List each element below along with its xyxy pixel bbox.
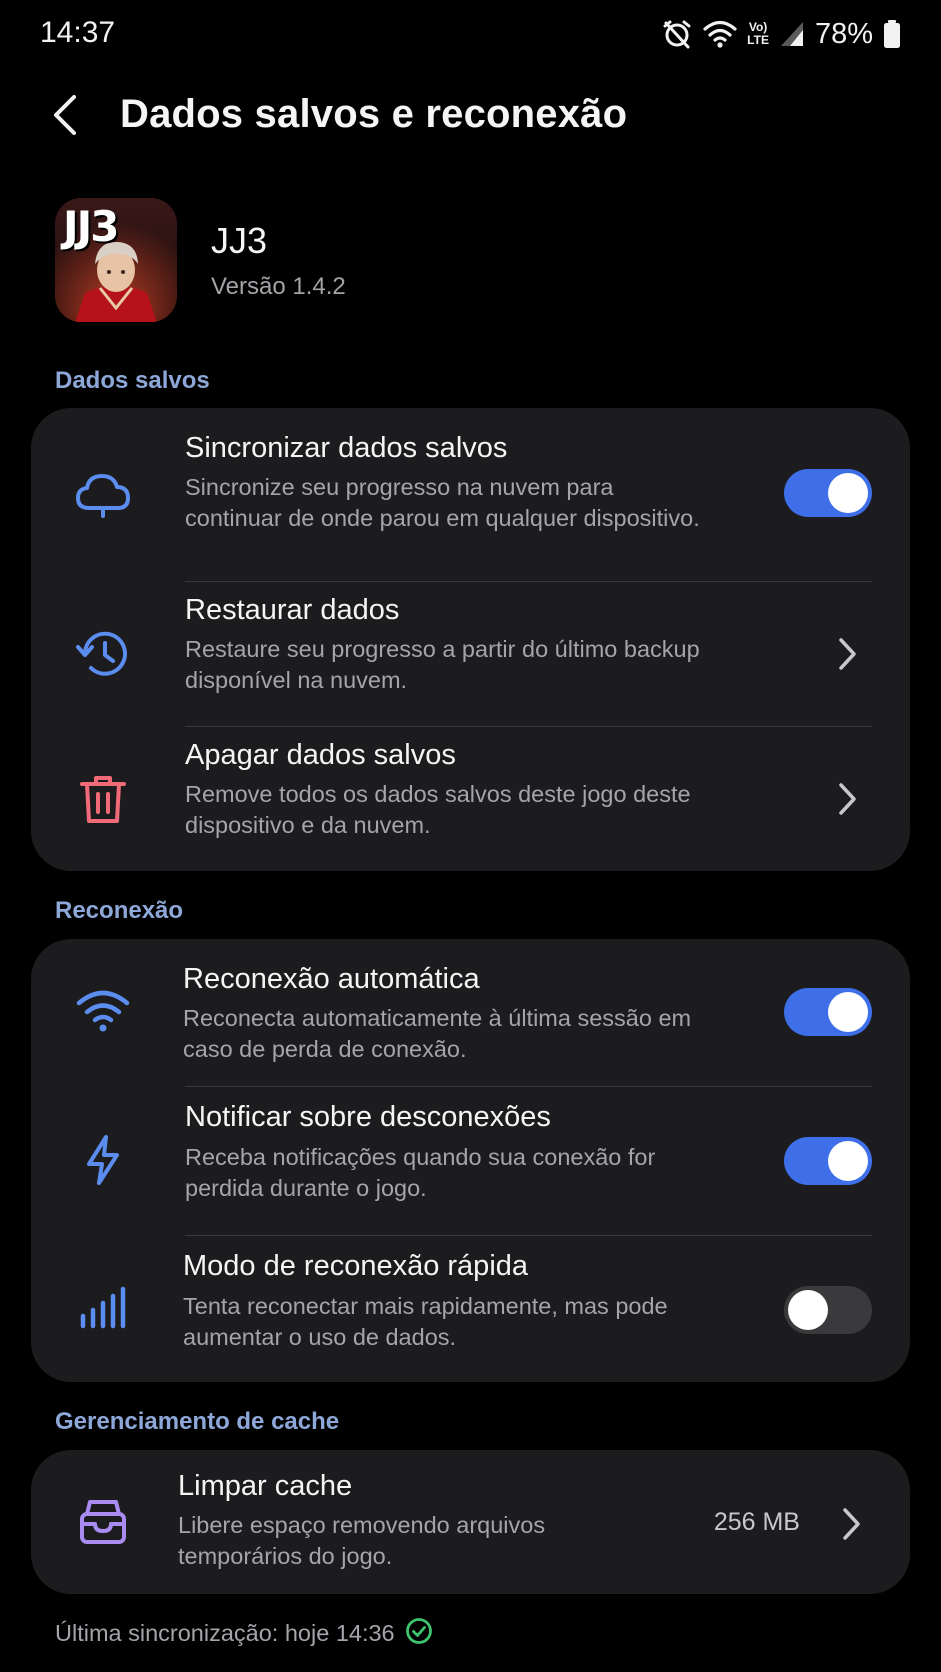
check-circle-icon [405,1617,433,1650]
row-title: Modo de reconexão rápida [183,1250,529,1282]
sync-saved-data-toggle[interactable] [784,469,872,517]
row-title: Sincronizar dados salvos [185,432,508,464]
row-description: Libere espaço removendo arquivos temporá… [178,1512,546,1569]
restore-history-icon [75,626,131,682]
app-info: JJ3 JJ3 Versão 1.4.2 [55,198,885,323]
app-version: Versão 1.4.2 [211,273,346,300]
lightning-icon [75,1132,131,1188]
row-description: Receba notificações quando sua conexão f… [185,1144,656,1201]
row-description: Reconecta automaticamente à última sessã… [183,1005,692,1062]
status-time: 14:37 [40,16,116,49]
battery-icon [883,19,901,49]
row-title: Restaurar dados [185,594,400,626]
chevron-right-icon [832,779,862,819]
auto-reconnect-toggle[interactable] [784,988,872,1036]
sync-saved-data-row[interactable]: Sincronizar dados salvos Sincronize seu … [31,408,910,581]
row-title: Apagar dados salvos [185,739,456,771]
wifi-icon [703,19,737,49]
volte-icon: Vo) LTE [747,20,769,47]
status-bar: 14:37 Vo) LTE 78% [0,0,941,66]
restore-data-row[interactable]: Restaurar dados Restaure seu progresso a… [31,582,910,726]
chevron-right-icon [836,1504,866,1544]
toggle-knob [828,992,868,1032]
row-title: Limpar cache [178,1470,353,1502]
app-name: JJ3 [211,220,268,261]
auto-reconnect-row[interactable]: Reconexão automática Reconecta automatic… [31,939,910,1086]
toggle-knob [788,1290,828,1330]
cache-card: Limpar cache Libere espaço removendo arq… [31,1450,910,1594]
row-title: Notificar sobre desconexões [185,1101,551,1133]
notify-disconnect-toggle[interactable] [784,1137,872,1185]
status-icons: Vo) LTE 78% [661,14,901,54]
app-bar: Dados salvos e reconexão [0,80,941,152]
signal-icon [779,20,805,48]
alarm-muted-icon [661,18,693,50]
last-sync-text: Última sincronização: hoje 14:36 [55,1620,395,1646]
chevron-right-icon [832,634,862,674]
fast-reconnect-toggle[interactable] [784,1286,872,1334]
section-title-reconexao: Reconexão [55,897,184,924]
toggle-knob [828,473,868,513]
reconnection-card: Reconexão automática Reconecta automatic… [31,939,910,1382]
app-icon: JJ3 [55,198,177,322]
section-title-dados-salvos: Dados salvos [55,367,210,394]
row-description: Tenta reconectar mais rapidamente, mas p… [183,1293,668,1350]
archive-tray-icon [75,1494,131,1550]
battery-percent: 78% [814,17,873,50]
back-button[interactable] [40,90,90,140]
delete-saved-data-row[interactable]: Apagar dados salvos Remove todos os dado… [31,727,910,871]
row-description: Remove todos os dados salvos deste jogo … [185,781,691,838]
signal-bars-icon [75,1280,131,1336]
row-description: Restaure seu progresso a partir do últim… [185,636,700,693]
clear-cache-row[interactable]: Limpar cache Libere espaço removendo arq… [31,1450,910,1594]
back-arrow-icon [54,95,76,135]
toggle-knob [828,1141,868,1181]
cloud-icon [75,466,131,522]
app-icon-logo: JJ3 [63,202,120,251]
trash-icon [75,771,131,827]
cache-size-value: 256 MB [713,1508,800,1536]
section-title-cache: Gerenciamento de cache [55,1408,340,1435]
fast-reconnect-row[interactable]: Modo de reconexão rápida Tenta reconecta… [31,1236,910,1382]
row-description: Sincronize seu progresso na nuvem para c… [185,474,700,531]
page-title: Dados salvos e reconexão [120,92,628,136]
wifi-icon [75,983,131,1039]
saved-data-card: Sincronizar dados salvos Sincronize seu … [31,408,910,871]
notify-disconnect-row[interactable]: Notificar sobre desconexões Receba notif… [31,1087,910,1235]
row-title: Reconexão automática [183,963,480,995]
last-sync-footer: Última sincronização: hoje 14:36 [55,1617,433,1650]
